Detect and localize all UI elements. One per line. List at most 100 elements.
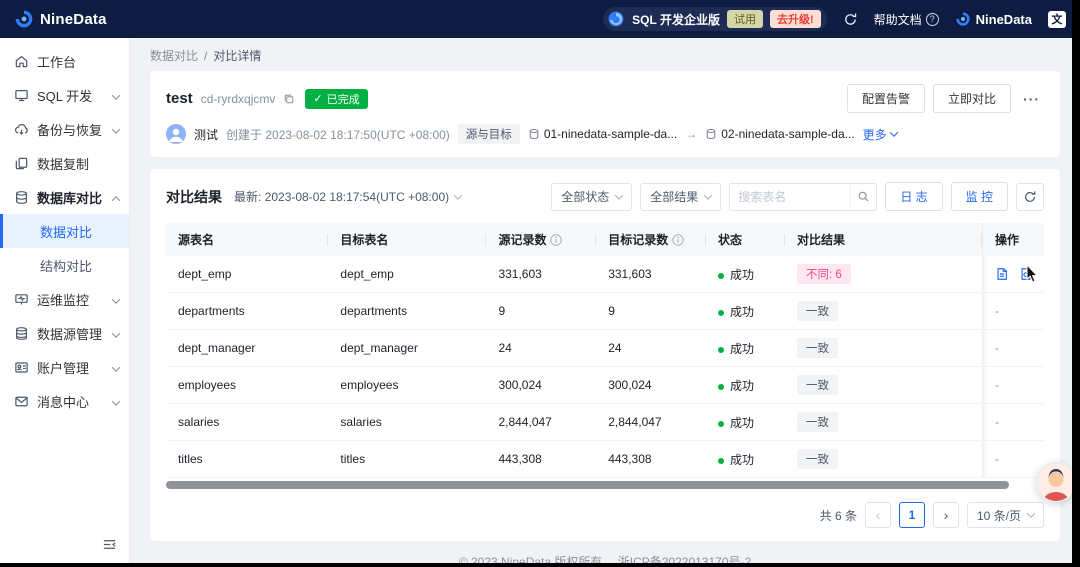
page-1-button[interactable]: 1 [898, 502, 925, 528]
ninedata-logo-icon [15, 10, 33, 28]
cell-source-count: 24 [486, 329, 597, 367]
configure-alert-button[interactable]: 配置告警 [846, 84, 925, 113]
brand-name: NineData [40, 10, 107, 28]
table-row: departments departments 9 9 成功 一致 - [166, 292, 1044, 330]
arrow-right-icon: → [685, 127, 698, 141]
source-datasource-link[interactable]: 01-ninedata-sample-da... [528, 127, 677, 141]
latest-run-select[interactable]: 最新: 2023-08-02 18:17:54(UTC +08:00) [234, 188, 463, 205]
workspace-name: NineData [975, 11, 1032, 27]
more-info-label: 更多 [862, 127, 887, 142]
cell-target-count: 2,844,047 [596, 403, 706, 441]
target-datasource-link[interactable]: 02-ninedata-sample-da... [705, 127, 855, 141]
table-row: salaries salaries 2,844,047 2,844,047 成功… [166, 403, 1044, 441]
cell-target-table: employees [328, 366, 487, 404]
breadcrumb-parent[interactable]: 数据对比 [150, 49, 198, 63]
cell-target-table: salaries [328, 403, 487, 441]
copy-icon[interactable] [283, 93, 295, 105]
trial-badge[interactable]: 试用 [726, 10, 763, 28]
sidebar-item-sql-dev[interactable]: SQL 开发 [0, 78, 129, 112]
check-icon: ✓ [313, 93, 323, 105]
help-docs-link[interactable]: 帮助文档 ? [874, 11, 939, 28]
info-circle-icon[interactable] [672, 233, 684, 246]
chevron-down-icon [704, 190, 713, 200]
success-dot [717, 457, 724, 464]
cell-result: 不同: 6 [784, 256, 983, 293]
status-filter-select[interactable]: 全部状态 [551, 182, 633, 211]
table-row: dept_manager dept_manager 24 24 成功 一致 - [166, 329, 1044, 367]
chevron-down-icon [111, 122, 121, 137]
sidebar-item-data-replication[interactable]: 数据复制 [0, 146, 129, 180]
cell-status: 成功 [705, 366, 785, 404]
collapse-sidebar-icon[interactable] [102, 537, 117, 557]
scrollbar-thumb[interactable] [166, 481, 1009, 489]
monitor-pulse-icon [15, 293, 28, 304]
more-info-link[interactable]: 更多 [862, 126, 898, 143]
sidebar-item-workbench[interactable]: 工作台 [0, 44, 129, 78]
cell-status: 成功 [705, 329, 785, 367]
result-badge: 一致 [796, 375, 838, 395]
more-actions-button[interactable]: ··· [1019, 91, 1044, 107]
success-dot [717, 272, 724, 279]
plan-badge: SQL 开发企业版 试用 去升级! [603, 7, 827, 31]
monitor-button[interactable]: 监 控 [950, 182, 1008, 211]
upgrade-link[interactable]: 去升级! [769, 10, 821, 28]
page-size-select[interactable]: 10 条/页 [966, 502, 1044, 528]
support-avatar[interactable] [1036, 462, 1076, 502]
sidebar-item-backup-restore[interactable]: 备份与恢复 [0, 112, 129, 146]
cell-source-table: titles [166, 440, 329, 478]
table-row: employees employees 300,024 300,024 成功 一… [166, 366, 1044, 404]
status-badge: ✓ 已完成 [305, 88, 368, 109]
col-target-count: 目标记录数 [596, 223, 706, 256]
col-source-table: 源表名 [166, 223, 329, 256]
info-circle-icon[interactable] [550, 233, 563, 246]
sidebar-subitem-structure-compare[interactable]: 结构对比 [0, 248, 129, 282]
plan-name: SQL 开发企业版 [632, 12, 720, 27]
sidebar-item-datasource-mgmt[interactable]: 数据源管理 [0, 316, 129, 350]
chevron-down-icon [111, 88, 121, 103]
cell-source-count: 2,844,047 [486, 403, 597, 441]
col-operations: 操作 [982, 223, 1044, 256]
sidebar-subitem-label: 数据对比 [40, 224, 93, 240]
search-input[interactable] [730, 189, 851, 204]
ninedata-brand: NineData [14, 9, 107, 29]
result-toolbar: 对比结果 最新: 2023-08-02 18:17:54(UTC +08:00)… [166, 182, 1044, 211]
question-circle-icon: ? [925, 12, 939, 26]
view-detail-icon[interactable] [995, 267, 1009, 281]
compare-now-button[interactable]: 立即对比 [932, 84, 1011, 113]
cell-source-table: salaries [166, 403, 329, 441]
sync-icon[interactable] [843, 12, 858, 27]
cell-source-count: 331,603 [486, 256, 597, 293]
breadcrumb-separator: / [204, 49, 208, 63]
cell-source-table: employees [166, 366, 329, 404]
status-filter-value: 全部状态 [561, 190, 610, 204]
prev-page-button[interactable]: ‹ [864, 502, 891, 528]
log-button[interactable]: 日 志 [885, 182, 943, 211]
success-dot [717, 346, 724, 353]
search-icon[interactable] [850, 183, 876, 210]
chevron-down-icon [111, 292, 121, 307]
result-badge: 一致 [796, 449, 838, 469]
copy-pages-icon [15, 157, 28, 169]
chevron-down-icon [111, 360, 121, 375]
sql-dev-icon [608, 11, 624, 27]
workspace-switcher[interactable]: NineData [955, 11, 1032, 27]
sidebar-item-ops-monitoring[interactable]: 运维监控 [0, 282, 129, 316]
cell-status: 成功 [705, 440, 785, 478]
cell-target-count: 300,024 [596, 366, 706, 404]
language-icon[interactable]: 文 [1048, 10, 1066, 28]
sidebar-item-message-center[interactable]: 消息中心 [0, 384, 129, 418]
next-page-button[interactable]: › [932, 502, 959, 528]
sidebar-item-db-compare[interactable]: 数据库对比 [0, 180, 129, 214]
sidebar-item-account-mgmt[interactable]: 账户管理 [0, 350, 129, 384]
result-filter-value: 全部结果 [650, 190, 699, 204]
refresh-button[interactable] [1016, 182, 1044, 211]
sidebar-subitem-data-compare[interactable]: 数据对比 [0, 214, 129, 248]
fix-sql-icon[interactable] [1019, 267, 1033, 281]
chevron-down-icon [1026, 509, 1036, 518]
compare-result-table: 源表名 目标表名 源记录数 目标记录数 状态 对比结果 操作 dept_emp … [166, 223, 1044, 478]
col-result: 对比结果 [784, 223, 983, 256]
result-badge: 一致 [796, 412, 838, 432]
cell-result: 一致 [784, 403, 983, 441]
result-filter-select[interactable]: 全部结果 [640, 182, 722, 211]
cell-target-table: dept_emp [328, 256, 487, 293]
